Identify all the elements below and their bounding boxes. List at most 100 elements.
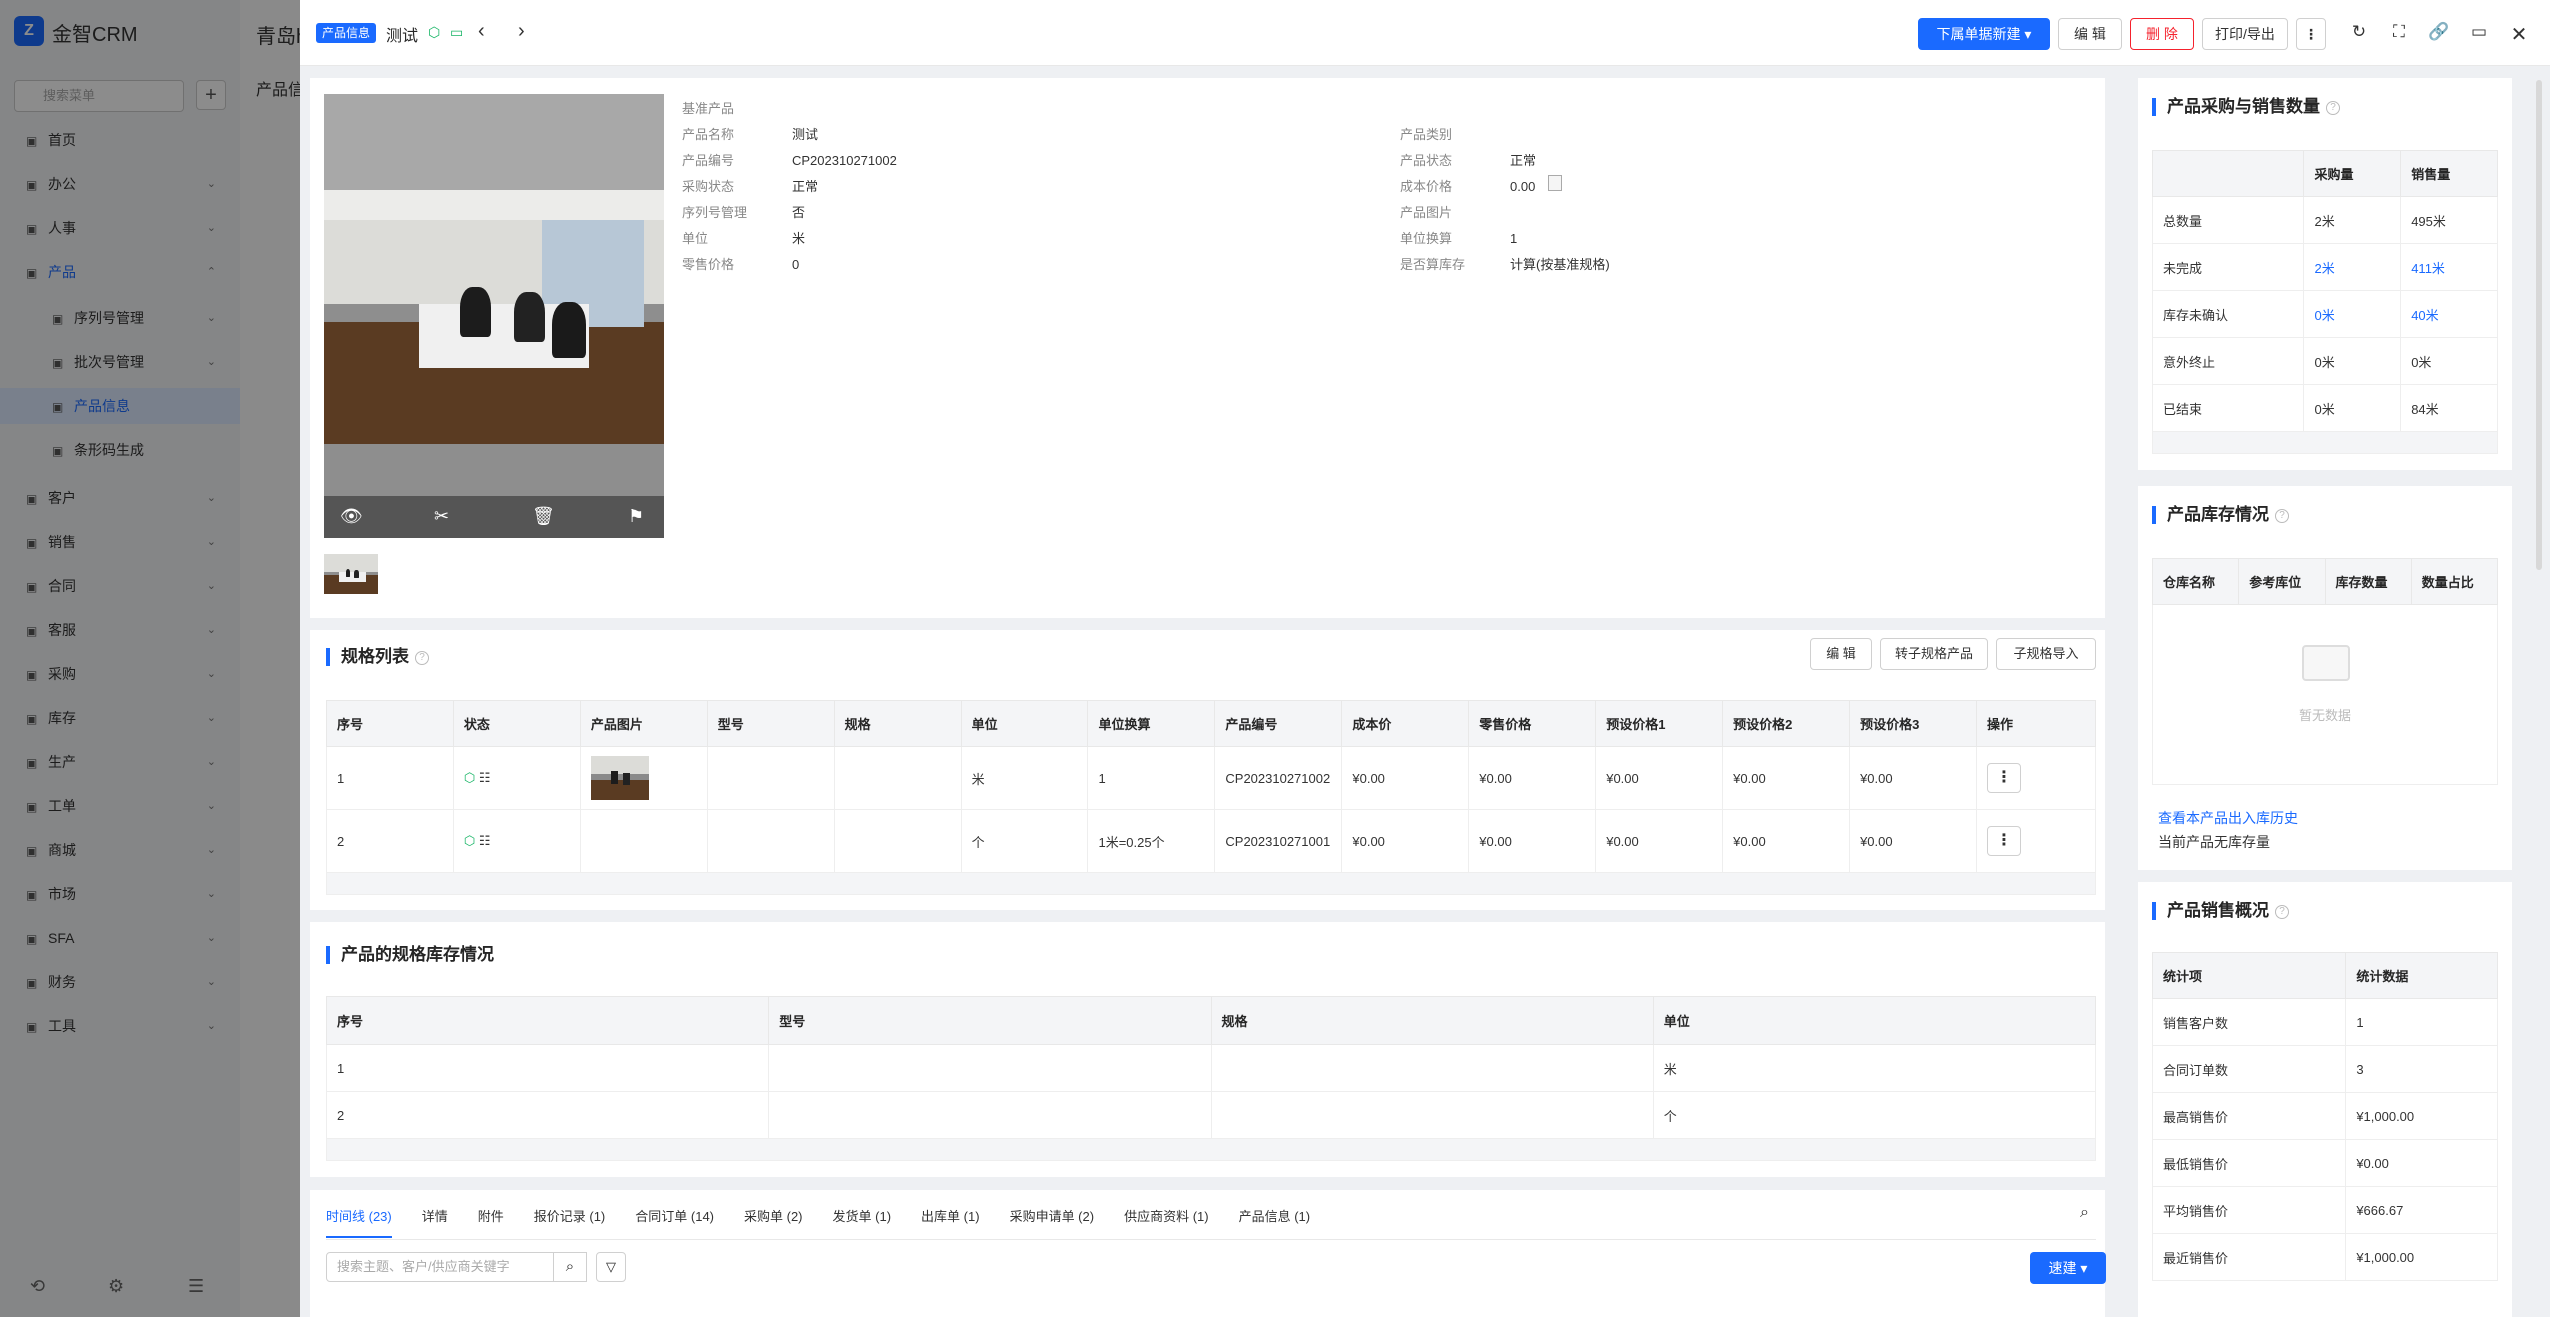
sidebar-item[interactable]: ▣ 市场 ⌄ xyxy=(26,882,216,906)
chevron-icon: ⌄ xyxy=(206,668,216,680)
sidebar-item[interactable]: ▣ 客服 ⌄ xyxy=(26,618,216,642)
add-menu-button[interactable]: + xyxy=(196,80,226,110)
qty-panel-title: 产品采购与销售数量? xyxy=(2152,98,2340,116)
column-header: 参考库位 xyxy=(2238,558,2326,605)
tab-9[interactable]: 供应商资料 (1) xyxy=(1124,1206,1209,1225)
crop-scissors-icon[interactable]: ✂ xyxy=(434,506,449,527)
chevron-icon: ⌄ xyxy=(206,312,216,324)
new-child-document-button[interactable]: 下属单据新建 ▾ xyxy=(1918,18,2050,50)
sidebar-item[interactable]: ▣ 客户 ⌄ xyxy=(26,486,216,510)
field-value: 0.00 xyxy=(1510,179,1536,194)
print-export-button[interactable]: 打印/导出 xyxy=(2202,18,2288,50)
fullscreen-icon[interactable]: ⛶ xyxy=(2388,22,2410,42)
column-header: 销售量 xyxy=(2400,150,2498,197)
history-icon[interactable]: ⟲ xyxy=(30,1276,45,1297)
sidebar-item[interactable]: ▣ 生产 ⌄ xyxy=(26,750,216,774)
product-info-panel: 👁 ✂ 🗑 ⚑ 基准产品 产品名称 测试 产品编号 CP202310271002 采购状… xyxy=(310,78,2105,618)
tab-6[interactable]: 发货单 (1) xyxy=(833,1206,892,1225)
prev-record-button[interactable]: ‹ xyxy=(478,20,485,42)
refresh-icon[interactable]: ↻ xyxy=(2348,22,2370,42)
sidebar-item[interactable]: ▣ 首页 xyxy=(26,128,216,152)
help-icon[interactable]: ? xyxy=(415,650,429,665)
sales-qty[interactable]: 411米 xyxy=(2400,243,2498,291)
window-mode-icon[interactable]: ▭ xyxy=(2468,22,2490,42)
search-icon[interactable]: ⌕ xyxy=(553,1252,587,1282)
preview-eye-icon[interactable]: 👁 xyxy=(340,506,363,527)
menu-search-input[interactable]: 搜索菜单 xyxy=(14,80,184,112)
sidebar-item[interactable]: ▣ 批次号管理 ⌄ xyxy=(52,350,216,374)
table-scrollbar[interactable] xyxy=(326,872,2096,895)
search-icon[interactable]: ⌕ xyxy=(2080,1204,2089,1222)
table-scrollbar[interactable] xyxy=(2152,431,2498,454)
sidebar-item[interactable]: ▣ 合同 ⌄ xyxy=(26,574,216,598)
spec-edit-button[interactable]: 编 辑 xyxy=(1810,638,1872,670)
sidebar-item[interactable]: ▣ 工单 ⌄ xyxy=(26,794,216,818)
sidebar-item[interactable]: ▣ 销售 ⌄ xyxy=(26,530,216,554)
activity-tabs-panel: 时间线 (23) 详情 附件 报价记录 (1) 合同订单 (14) 采购单 (2) 发货单 … xyxy=(310,1190,2106,1317)
sidebar-item[interactable]: ▣ SFA ⌄ xyxy=(26,926,216,950)
set-main-image-icon[interactable]: ⚑ xyxy=(628,506,644,527)
chevron-icon: ⌄ xyxy=(206,536,216,548)
link-icon[interactable]: 🔗 xyxy=(2428,22,2450,42)
help-icon[interactable]: ? xyxy=(2275,904,2289,919)
tab-3[interactable]: 报价记录 (1) xyxy=(534,1206,606,1225)
row-actions-button[interactable]: ⋮ xyxy=(1986,763,2021,793)
sidebar-item[interactable]: ▣ 采购 ⌄ xyxy=(26,662,216,686)
sidebar-item[interactable]: ▣ 条形码生成 xyxy=(52,438,216,462)
field-row: 产品图片 xyxy=(1400,202,1510,221)
sidebar-item-label: 商城 xyxy=(48,842,76,858)
sales-qty[interactable]: 40米 xyxy=(2400,290,2498,338)
filter-icon[interactable]: ▽ xyxy=(596,1252,626,1282)
more-menu-button[interactable]: ⋮ xyxy=(2296,18,2326,50)
spec-detail-icon[interactable]: ☷ xyxy=(479,770,491,785)
sidebar-item[interactable]: ▣ 工具 ⌄ xyxy=(26,1014,216,1038)
stock-history-link[interactable]: 查看本产品出入库历史 xyxy=(2158,808,2298,828)
tab-5[interactable]: 采购单 (2) xyxy=(744,1206,803,1225)
sidebar-item-label: 库存 xyxy=(48,710,76,726)
tab-0[interactable]: 时间线 (23) xyxy=(326,1206,392,1238)
collapse-icon[interactable]: ☰ xyxy=(188,1276,204,1297)
tab-10[interactable]: 产品信息 (1) xyxy=(1239,1206,1311,1225)
next-record-button[interactable]: › xyxy=(518,20,525,42)
table-scrollbar[interactable] xyxy=(326,1138,2096,1161)
sidebar-item[interactable]: ▣ 产品信息 xyxy=(52,394,216,418)
help-icon[interactable]: ? xyxy=(2275,508,2289,523)
product-thumbnail[interactable] xyxy=(324,554,378,594)
tab-4[interactable]: 合同订单 (14) xyxy=(635,1206,714,1225)
sidebar-item[interactable]: ▣ 办公 ⌄ xyxy=(26,172,216,196)
close-icon[interactable]: ✕ xyxy=(2508,22,2530,47)
tab-8[interactable]: 采购申请单 (2) xyxy=(1010,1206,1095,1225)
spec-thumbnail[interactable] xyxy=(590,756,649,800)
edit-button[interactable]: 编 辑 xyxy=(2058,18,2122,50)
sidebar-item[interactable]: ▣ 商城 ⌄ xyxy=(26,838,216,862)
help-icon[interactable]: ? xyxy=(2326,100,2340,115)
row-actions-button[interactable]: ⋮ xyxy=(1986,826,2021,856)
drawer-scrollbar[interactable] xyxy=(2536,80,2542,570)
convert-subspec-button[interactable]: 转子规格产品 xyxy=(1880,638,1988,670)
purchase-qty[interactable]: 0米 xyxy=(2303,290,2402,338)
purchase-qty[interactable]: 2米 xyxy=(2303,243,2402,291)
product-image[interactable]: 👁 ✂ 🗑 ⚑ xyxy=(324,94,664,538)
tab-7[interactable]: 出库单 (1) xyxy=(921,1206,980,1225)
sidebar-item[interactable]: ▣ 库存 ⌄ xyxy=(26,706,216,730)
field-label: 序列号管理 xyxy=(682,205,748,220)
batch-icon: ▣ xyxy=(52,356,64,370)
sidebar-item[interactable]: ▣ 序列号管理 ⌄ xyxy=(52,306,216,330)
barcode-icon: ▣ xyxy=(52,444,64,458)
status-cube-icon: ⬡ xyxy=(463,833,476,848)
delete-button[interactable]: 删 除 xyxy=(2130,18,2194,50)
calculator-icon[interactable] xyxy=(1548,175,1562,191)
sidebar-item[interactable]: ▣ 财务 ⌄ xyxy=(26,970,216,994)
settings-icon[interactable]: ⚙ xyxy=(108,1276,124,1297)
quick-new-button[interactable]: 速建 ▾ xyxy=(2030,1252,2106,1284)
sidebar-item[interactable]: ▣ 产品 ⌃ xyxy=(26,260,216,284)
sidebar-item[interactable]: ▣ 人事 ⌄ xyxy=(26,216,216,240)
tab-1[interactable]: 详情 xyxy=(422,1206,448,1225)
spec-stock-title: 产品的规格库存情况 xyxy=(326,946,494,964)
timeline-search-input[interactable]: 搜索主题、客户/供应商关键字 xyxy=(326,1252,554,1282)
subspec-import-button[interactable]: 子规格导入 xyxy=(1996,638,2096,670)
tab-2[interactable]: 附件 xyxy=(478,1206,504,1225)
delete-trash-icon[interactable]: 🗑 xyxy=(532,506,555,527)
field-row: 序列号管理 否 xyxy=(682,202,805,221)
spec-detail-icon[interactable]: ☷ xyxy=(479,833,491,848)
